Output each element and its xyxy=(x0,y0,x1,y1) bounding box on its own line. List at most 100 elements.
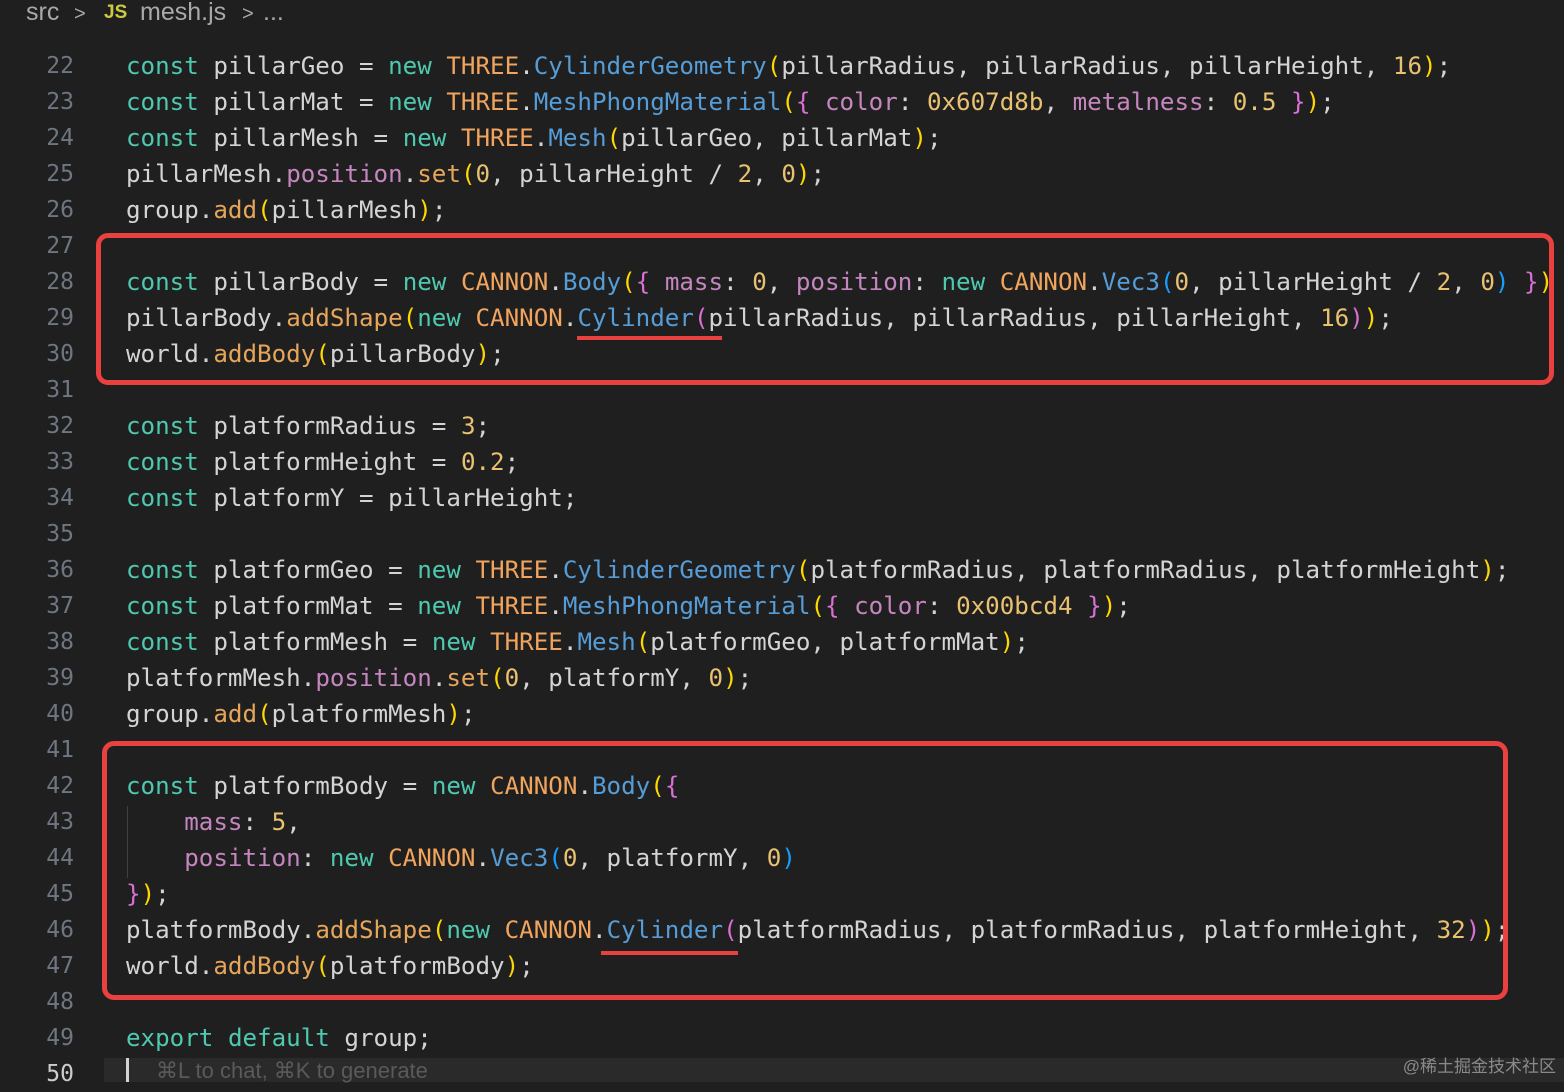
code-line[interactable]: 22 const pillarGeo = new THREE.CylinderGe… xyxy=(0,48,1564,84)
code-token: const xyxy=(126,412,199,440)
code-line[interactable]: 33 const platformHeight = 0.2; xyxy=(0,444,1564,480)
breadcrumb-file[interactable]: mesh.js xyxy=(140,0,226,27)
code-token: 0 xyxy=(708,664,724,692)
line-number: 30 xyxy=(46,341,74,367)
breadcrumb-more[interactable]: ... xyxy=(263,0,284,27)
watermark: @稀土掘金技术社区 xyxy=(1402,1057,1556,1076)
line-number: 31 xyxy=(46,377,74,403)
code-text: const platformMesh = new THREE.Mesh(plat… xyxy=(126,624,1029,660)
breadcrumb: src > JS mesh.js > ... xyxy=(0,0,1564,30)
line-number: 22 xyxy=(46,53,74,79)
line-number: 44 xyxy=(46,845,74,871)
code-text: pillarMesh.position.set(0, pillarHeight … xyxy=(126,156,825,192)
code-token: } xyxy=(1291,88,1306,116)
code-token: group. xyxy=(126,196,214,224)
code-token: ; xyxy=(1320,88,1335,116)
code-token: pillarRadius, pillarRadius, pillarHeight… xyxy=(781,52,1393,80)
code-token: const xyxy=(126,88,199,116)
code-line[interactable]: 32 const platformRadius = 3; xyxy=(0,408,1564,444)
code-token: platformHeight = xyxy=(198,448,461,476)
text-cursor xyxy=(126,1058,129,1082)
code-token: . xyxy=(562,628,578,656)
code-token: ; xyxy=(475,412,491,440)
code-token: platformRadius, platformRadius, platform… xyxy=(810,556,1481,584)
code-token: . xyxy=(519,88,534,116)
code-token: const xyxy=(126,52,199,80)
code-line[interactable]: 37 const platformMat = new THREE.MeshPhon… xyxy=(0,588,1564,624)
code-token: : xyxy=(897,88,927,116)
code-token: THREE xyxy=(446,88,520,116)
code-token: ( xyxy=(490,664,505,692)
code-token: ( xyxy=(257,700,272,728)
code-token: platformMat = xyxy=(198,592,418,620)
code-token: ; xyxy=(926,124,942,152)
highlight-box-platform-body xyxy=(102,741,1508,1000)
code-token: MeshPhongMaterial xyxy=(562,592,811,620)
line-number: 43 xyxy=(46,809,74,835)
code-token: pillarGeo = xyxy=(198,52,389,80)
code-token: default xyxy=(227,1024,330,1052)
breadcrumb-folder[interactable]: src xyxy=(26,0,59,27)
code-token: platformMesh. xyxy=(126,664,316,692)
code-token: new xyxy=(388,88,432,116)
code-token: Mesh xyxy=(577,628,636,656)
javascript-file-icon: JS xyxy=(104,2,128,23)
line-number: 28 xyxy=(46,269,74,295)
code-text: const platformY = pillarHeight; xyxy=(126,480,577,516)
code-token: set xyxy=(446,664,491,692)
code-text: const platformRadius = 3; xyxy=(126,408,490,444)
code-token: . xyxy=(519,52,534,80)
code-token: ; xyxy=(1494,556,1510,584)
code-text: platformMesh.position.set(0, platformY, … xyxy=(126,660,752,696)
code-token: const xyxy=(126,556,199,584)
code-token: color xyxy=(854,592,927,620)
code-line[interactable]: 49 export default group; xyxy=(0,1020,1564,1056)
code-token: export xyxy=(126,1024,214,1052)
code-line[interactable]: 36 const platformGeo = new THREE.Cylinder… xyxy=(0,552,1564,588)
code-line[interactable]: 34 const platformY = pillarHeight; xyxy=(0,480,1564,516)
code-token: THREE xyxy=(446,52,520,80)
code-line[interactable]: 23 const pillarMat = new THREE.MeshPhongM… xyxy=(0,84,1564,120)
line-number: 29 xyxy=(46,305,74,331)
line-number: 26 xyxy=(46,197,74,223)
chevron-right-icon: > xyxy=(242,3,254,25)
line-number: 39 xyxy=(46,665,74,691)
code-token: CylinderGeometry xyxy=(562,556,796,584)
code-token: ( xyxy=(795,556,811,584)
code-token: , platformY, xyxy=(519,664,709,692)
code-token: ) xyxy=(1101,592,1117,620)
code-token: pillarMesh. xyxy=(126,160,287,188)
code-token: : xyxy=(1203,88,1233,116)
code-token: const xyxy=(126,592,199,620)
code-token: const xyxy=(126,124,199,152)
line-number: 24 xyxy=(46,125,74,151)
code-line[interactable]: 39 platformMesh.position.set(0, platformY… xyxy=(0,660,1564,696)
code-line[interactable]: 26 group.add(pillarMesh); xyxy=(0,192,1564,228)
code-text: group.add(platformMesh); xyxy=(126,696,476,732)
code-token: new xyxy=(431,628,476,656)
code-token: ( xyxy=(781,88,796,116)
code-text: const pillarGeo = new THREE.CylinderGeom… xyxy=(126,48,1451,84)
code-token: ; xyxy=(1436,52,1452,80)
code-token: add xyxy=(213,700,258,728)
code-text: export default group; xyxy=(126,1020,432,1056)
code-line[interactable]: 35 xyxy=(0,516,1564,552)
code-token: const xyxy=(126,484,199,512)
code-token: ) xyxy=(1480,556,1495,584)
code-token: THREE xyxy=(490,628,563,656)
code-token: pillarGeo, pillarMat xyxy=(621,124,913,152)
code-token: 3 xyxy=(460,412,476,440)
code-line[interactable]: 25 pillarMesh.position.set(0, pillarHeigh… xyxy=(0,156,1564,192)
code-line[interactable]: 38 const platformMesh = new THREE.Mesh(pl… xyxy=(0,624,1564,660)
code-token: ) xyxy=(795,160,811,188)
code-line[interactable]: 24 const pillarMesh = new THREE.Mesh(pill… xyxy=(0,120,1564,156)
code-token: platformGeo = xyxy=(198,556,418,584)
code-token: 0 xyxy=(475,160,491,188)
code-token: new xyxy=(402,124,447,152)
code-line[interactable]: 40 group.add(platformMesh); xyxy=(0,696,1564,732)
code-text: const platformMat = new THREE.MeshPhongM… xyxy=(126,588,1131,624)
